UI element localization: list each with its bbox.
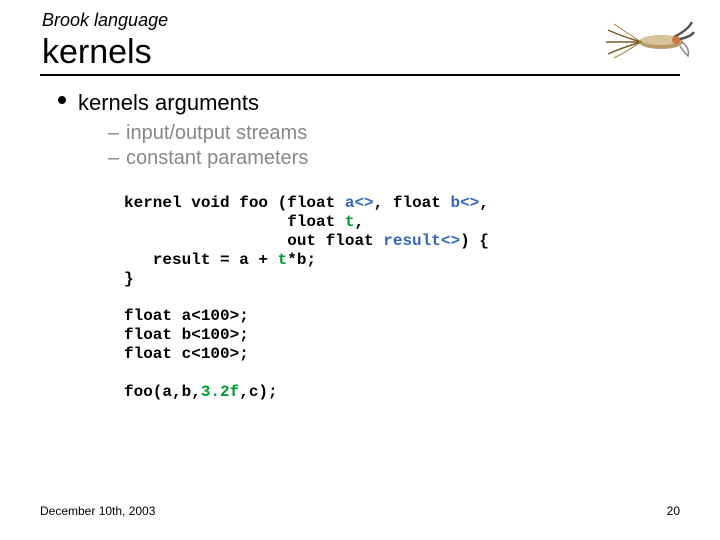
sub-bullet-text: input/output streams xyxy=(126,122,307,144)
slide: Brook language kernels kernels arguments… xyxy=(0,0,720,540)
sub-bullet-list: –input/output streams –constant paramete… xyxy=(58,122,680,170)
slide-content: kernels arguments –input/output streams … xyxy=(40,90,680,402)
bullet-main: kernels arguments xyxy=(58,90,680,116)
page-number: 20 xyxy=(667,504,680,518)
sub-bullet: –input/output streams xyxy=(108,122,680,145)
slide-supertitle: Brook language xyxy=(40,10,680,31)
bullet-dot-icon xyxy=(58,96,66,104)
footer-date: December 10th, 2003 xyxy=(40,504,155,518)
slide-title: kernels xyxy=(40,33,680,72)
bullet-text: kernels arguments xyxy=(78,90,259,116)
dash-icon: – xyxy=(108,122,126,145)
const-arg: 3.2f xyxy=(201,383,239,401)
dash-icon: – xyxy=(108,147,126,170)
const-arg: t xyxy=(345,213,355,231)
title-divider xyxy=(40,74,680,76)
const-arg: t xyxy=(278,251,288,269)
sub-bullet-text: constant parameters xyxy=(126,147,308,169)
sub-bullet: –constant parameters xyxy=(108,147,680,170)
stream-arg: result<> xyxy=(383,232,460,250)
stream-arg: a<> xyxy=(345,194,374,212)
fly-lure-icon xyxy=(596,12,696,62)
code-block: kernel void foo (float a<>, float b<>, f… xyxy=(58,194,680,402)
stream-arg: b<> xyxy=(450,194,479,212)
